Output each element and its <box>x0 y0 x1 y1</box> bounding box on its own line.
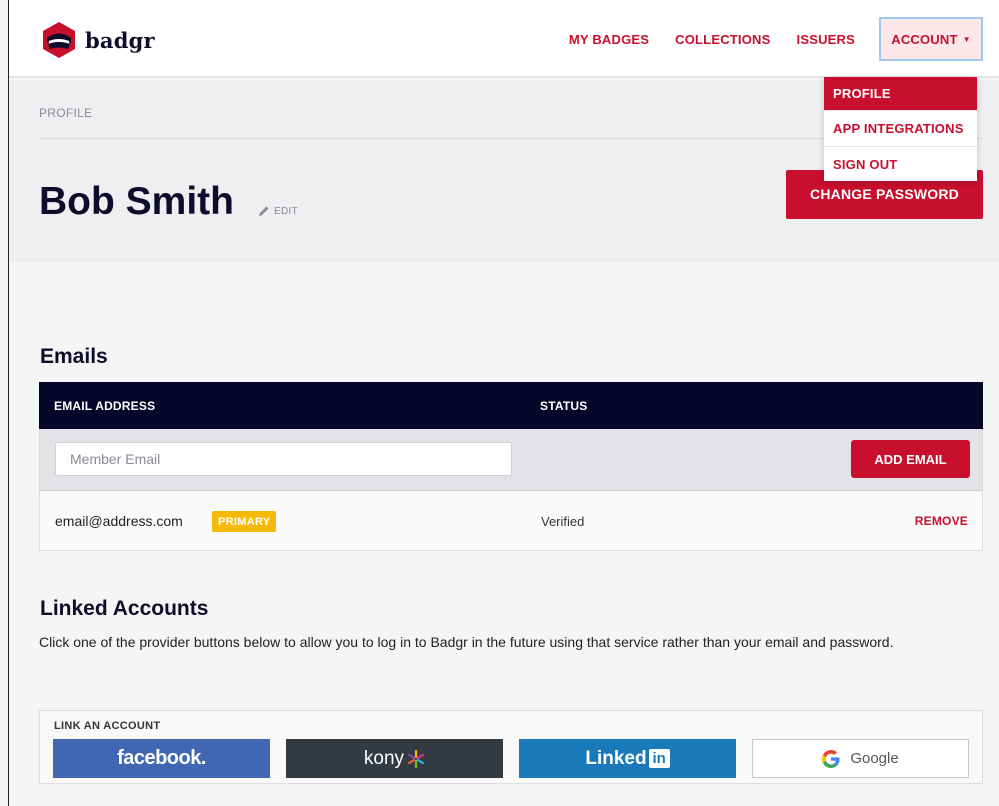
kony-star-icon <box>408 749 425 768</box>
primary-badge: PRIMARY <box>212 511 277 532</box>
edit-label: EDIT <box>274 205 298 217</box>
brand-name: badgr <box>85 27 155 53</box>
menu-item-sign-out[interactable]: SIGN OUT <box>824 147 977 181</box>
menu-item-app-integrations[interactable]: APP INTEGRATIONS <box>824 111 977 147</box>
linkedin-button[interactable]: Linked in <box>519 739 736 778</box>
kony-button[interactable]: kony <box>286 739 503 778</box>
linked-accounts-heading: Linked Accounts <box>40 597 209 620</box>
facebook-wordmark: facebook. <box>117 747 206 769</box>
top-navbar: badgr MY BADGES COLLECTIONS ISSUERS ACCO… <box>9 0 999 78</box>
facebook-button[interactable]: facebook. <box>53 739 270 778</box>
add-email-row: ADD EMAIL <box>39 429 983 490</box>
remove-email-button[interactable]: REMOVE <box>915 514 968 528</box>
edit-name-button[interactable]: EDIT <box>257 204 298 218</box>
account-dropdown-menu: PROFILE APP INTEGRATIONS SIGN OUT <box>824 77 977 181</box>
brand-logo[interactable]: badgr <box>39 20 155 60</box>
kony-wordmark: kony <box>363 747 405 769</box>
email-status: Verified <box>541 514 585 529</box>
emails-heading: Emails <box>40 345 108 368</box>
main-nav: MY BADGES COLLECTIONS ISSUERS ACCOUNT ▼ <box>569 0 999 78</box>
column-email-address: EMAIL ADDRESS <box>54 399 156 413</box>
linkedin-in-icon: in <box>648 749 670 768</box>
page-title: Bob Smith <box>39 180 234 223</box>
google-label: Google <box>850 750 899 767</box>
badgr-logo-icon <box>43 22 75 58</box>
link-account-label: LINK AN ACCOUNT <box>54 720 161 732</box>
pencil-icon <box>259 206 269 216</box>
breadcrumb: PROFILE <box>39 106 93 120</box>
table-row: email@address.com PRIMARY Verified REMOV… <box>39 490 983 551</box>
nav-account-toggle[interactable]: ACCOUNT ▼ <box>879 17 983 61</box>
linked-accounts-description: Click one of the provider buttons below … <box>39 634 894 650</box>
google-g-icon <box>822 749 840 768</box>
member-email-input[interactable] <box>55 442 512 476</box>
nav-collections[interactable]: COLLECTIONS <box>675 32 770 47</box>
nav-issuers[interactable]: ISSUERS <box>797 32 855 47</box>
add-email-button[interactable]: ADD EMAIL <box>851 440 970 478</box>
email-address: email@address.com <box>55 513 183 529</box>
nav-account-label: ACCOUNT <box>891 31 958 47</box>
linkedin-wordmark: Linked <box>585 747 647 769</box>
app-frame: badgr MY BADGES COLLECTIONS ISSUERS ACCO… <box>8 0 999 806</box>
column-status: STATUS <box>540 399 588 413</box>
emails-table-header: EMAIL ADDRESS STATUS <box>39 382 983 429</box>
link-account-panel: LINK AN ACCOUNT facebook. kony Linked in <box>39 710 983 784</box>
nav-my-badges[interactable]: MY BADGES <box>569 32 649 47</box>
caret-down-icon: ▼ <box>962 34 971 44</box>
google-button[interactable]: Google <box>752 739 969 778</box>
menu-item-profile[interactable]: PROFILE <box>824 77 977 111</box>
